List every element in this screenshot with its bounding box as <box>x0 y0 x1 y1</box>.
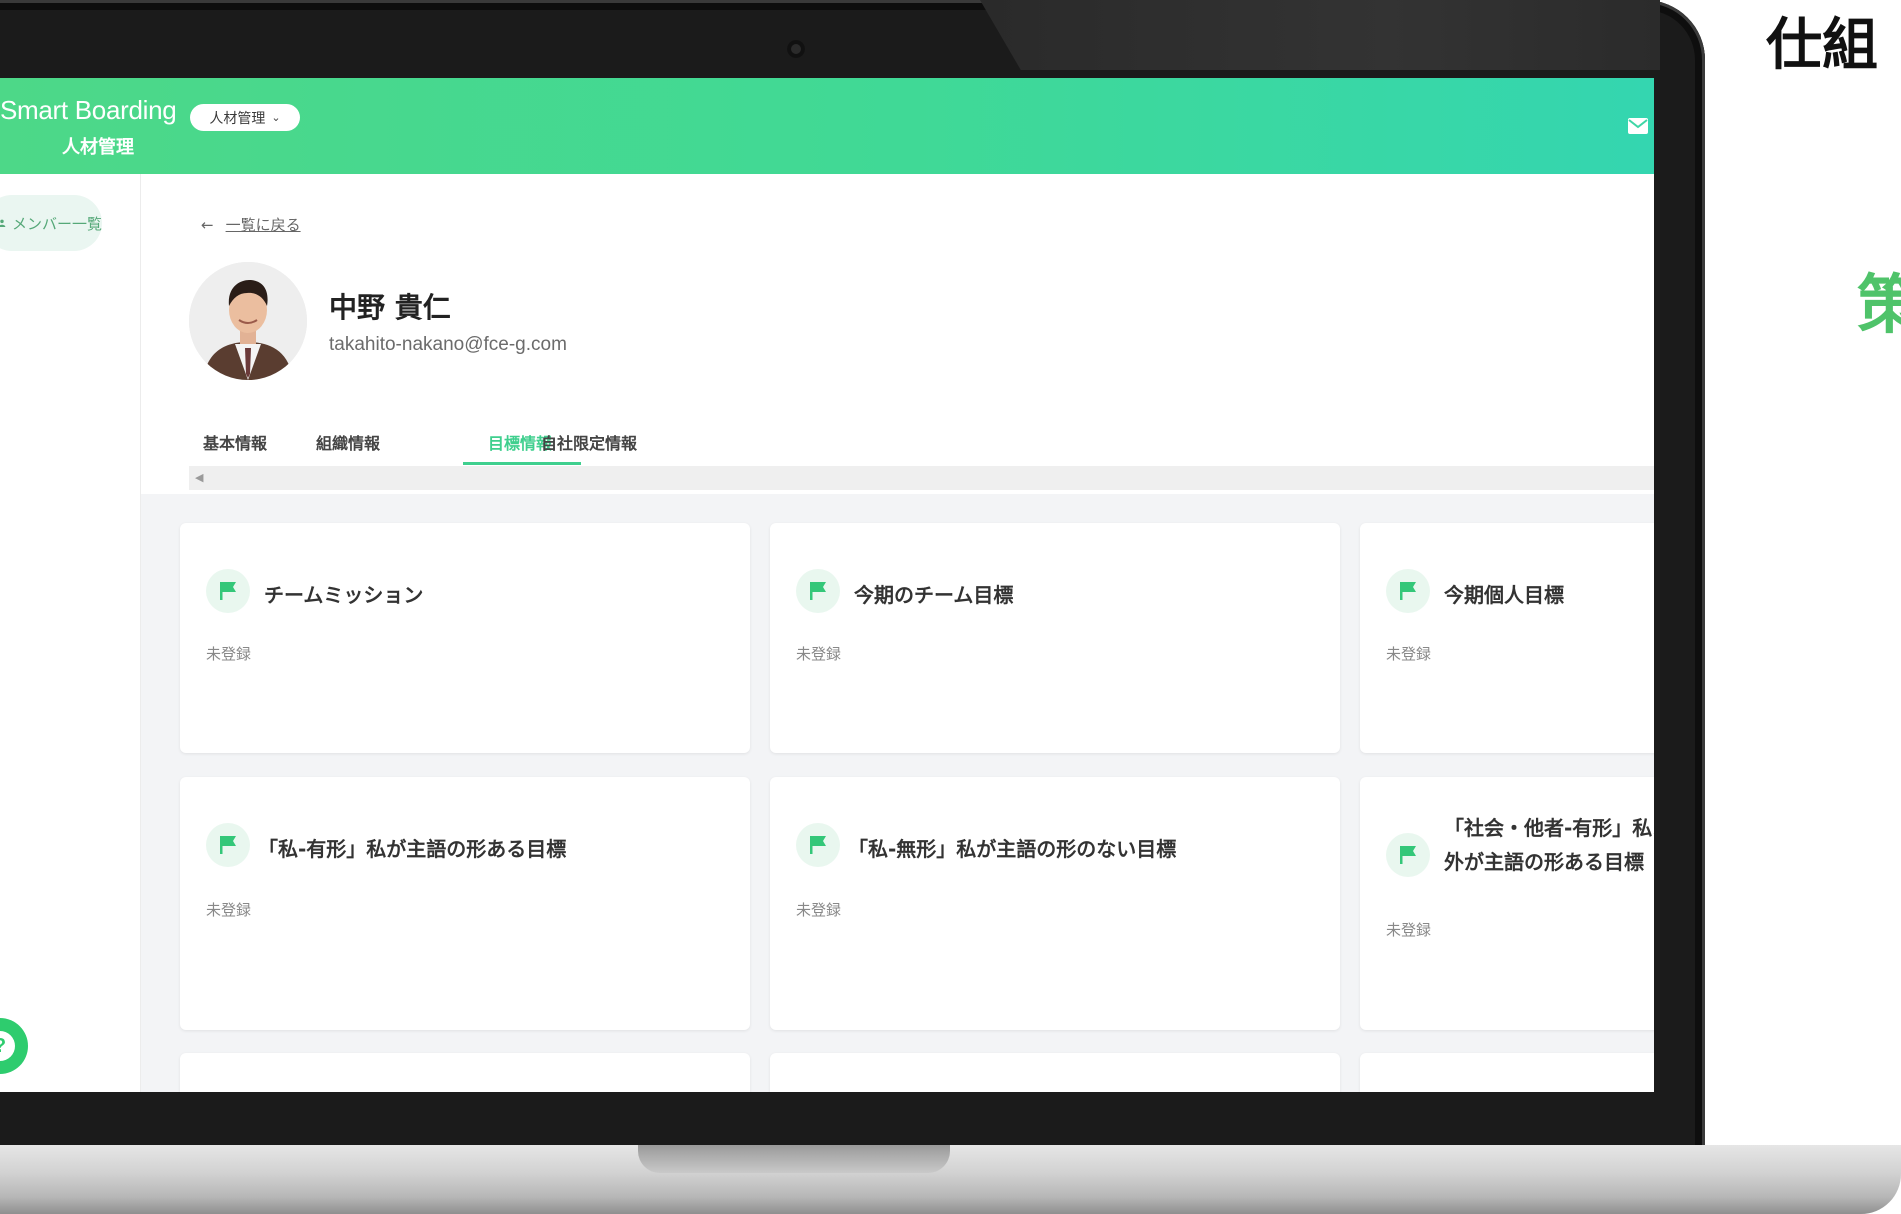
module-selector-label: 人材管理 <box>209 110 266 127</box>
tab-organization-info[interactable]: 組織情報 <box>316 430 380 454</box>
goal-card-personal-goal[interactable]: 今期個人目標 未登録 <box>1360 523 1654 753</box>
goal-card-title: 今期個人目標 <box>1444 583 1564 607</box>
goal-card-status: 未登録 <box>1386 645 1432 663</box>
brand-logo[interactable]: Smart Boarding <box>0 95 177 126</box>
laptop-base <box>0 1145 1901 1214</box>
user-name: 中野 貴仁 <box>329 291 451 324</box>
goal-card-status: 未登録 <box>206 901 252 919</box>
user-email: takahito-nakano@fce-g.com <box>329 334 567 355</box>
goal-card-title: 今期のチーム目標 <box>854 583 1014 607</box>
avatar-photo <box>189 262 307 380</box>
tab-scrollbar[interactable]: ◀ <box>189 466 1654 490</box>
flag-icon <box>796 823 840 867</box>
mail-icon[interactable] <box>1628 118 1648 134</box>
brand-subtitle: 人材管理 <box>62 137 134 158</box>
flag-icon <box>1386 569 1430 613</box>
flag-icon <box>206 569 250 613</box>
sidebar-item-label: メンバー一覧 <box>11 214 102 233</box>
goal-card-title: チームミッション <box>264 583 424 607</box>
flag-icon <box>1386 833 1430 877</box>
webcam <box>787 40 805 58</box>
laptop-base-notch <box>638 1145 950 1173</box>
goal-card-partial[interactable] <box>180 1053 750 1092</box>
back-arrow-icon: ← <box>201 216 214 234</box>
goal-card-team-mission[interactable]: チームミッション 未登録 <box>180 523 750 753</box>
goal-card-partial[interactable] <box>770 1053 1340 1092</box>
flag-icon <box>206 823 250 867</box>
goal-card-status: 未登録 <box>796 901 842 919</box>
lid-sheen <box>980 0 1660 70</box>
goal-card-partial[interactable] <box>1360 1053 1654 1092</box>
help-button[interactable]: ? <box>0 1018 28 1074</box>
active-tab-indicator <box>463 462 581 465</box>
goal-card-title: 「私-無形」私が主語の形のない目標 <box>848 837 1177 861</box>
sidebar-item-members[interactable]: メンバー一覧 <box>0 195 102 251</box>
goal-card-title: 「私-有形」私が主語の形ある目標 <box>258 837 567 861</box>
chevron-down-icon: ⌄ <box>271 111 281 124</box>
module-selector[interactable]: 人材管理 ⌄ <box>190 104 300 131</box>
person-icon <box>0 219 6 227</box>
back-link-label: 一覧に戻る <box>225 216 301 234</box>
app-header: Smart Boarding 人材管理 人材管理 ⌄ <box>0 78 1654 174</box>
goal-card-status: 未登録 <box>796 645 842 663</box>
goal-card-status: 未登録 <box>1386 921 1432 939</box>
scroll-left-icon[interactable]: ◀ <box>195 471 203 484</box>
goal-card-team-goal[interactable]: 今期のチーム目標 未登録 <box>770 523 1340 753</box>
back-link[interactable]: ← 一覧に戻る <box>201 214 301 235</box>
flag-icon <box>796 569 840 613</box>
goal-card-status: 未登録 <box>206 645 252 663</box>
goal-card-self-tangible[interactable]: 「私-有形」私が主語の形ある目標 未登録 <box>180 777 750 1030</box>
avatar <box>189 262 307 380</box>
goal-card-self-intangible[interactable]: 「私-無形」私が主語の形のない目標 未登録 <box>770 777 1340 1030</box>
sidebar: メンバー一覧 ? <box>0 174 141 1092</box>
goal-card-society-tangible[interactable]: 「社会・他者-有形」私以外が主語の形ある目標 未登録 <box>1360 777 1654 1030</box>
profile-header: ← 一覧に戻る 中野 貴仁 takahito-nakano@fce-g.com 基… <box>141 174 1654 494</box>
tab-company-only-info[interactable]: 自社限定情報 <box>541 430 637 454</box>
tab-basic-info[interactable]: 基本情報 <box>203 430 267 454</box>
side-heading: 仕組 <box>1766 13 1878 78</box>
laptop-screen: Smart Boarding 人材管理 人材管理 ⌄ メンバー一覧 ? ← 一覧に… <box>0 78 1654 1092</box>
help-icon: ? <box>0 1031 15 1061</box>
side-green-text: 策 <box>1857 269 1901 343</box>
goal-card-title: 「社会・他者-有形」私以外が主語の形ある目標 <box>1444 816 1654 874</box>
